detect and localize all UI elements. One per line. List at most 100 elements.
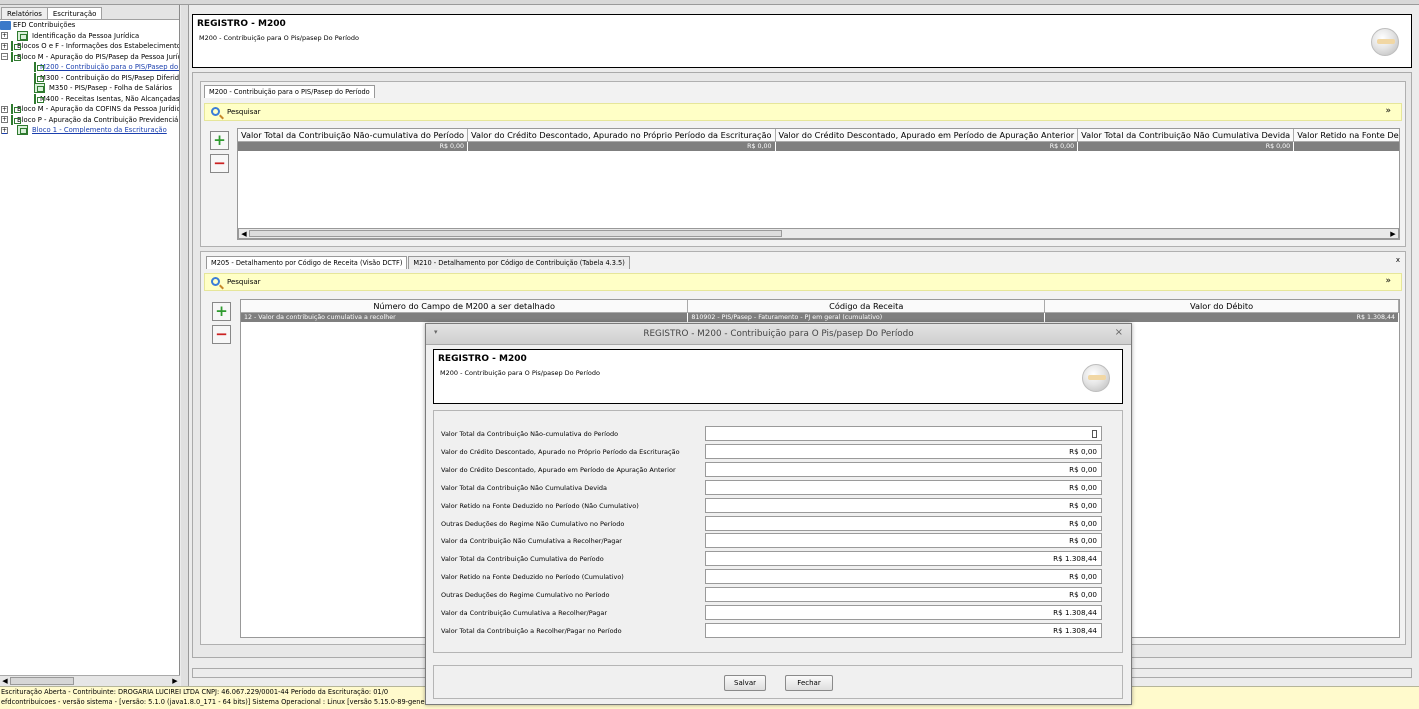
record-header: REGISTRO - M200 M200 - Contribuição para… — [192, 14, 1412, 68]
window-top-strip — [0, 0, 1419, 5]
scroll-thumb[interactable] — [10, 677, 74, 685]
column-header[interactable]: Valor Total da Contribuição Não Cumulati… — [1077, 129, 1295, 142]
column-header[interactable]: Valor do Débito — [1044, 300, 1399, 313]
globe-icon — [1371, 28, 1399, 56]
scroll-right-icon[interactable]: ▶ — [170, 676, 180, 686]
tree-item-label: M400 - Receitas Isentas, Não Alcançadas — [40, 94, 179, 103]
nav-horizontal-scrollbar[interactable]: ◀ ▶ — [0, 675, 180, 686]
form-row: Valor Total da Contribuição a Recolher/P… — [434, 622, 1124, 638]
table-header-row: Valor Total da Contribuição Não-cumulati… — [238, 129, 1399, 142]
tree-item[interactable]: + Bloco 1 - Complemento da Escrituração — [0, 125, 179, 136]
value-field[interactable]: R$ 0,00 — [705, 443, 1102, 459]
dialog-form: Valor Total da Contribuição Não-cumulati… — [433, 410, 1123, 653]
value-field[interactable] — [705, 426, 1102, 441]
field-label: Valor Total da Contribuição Não Cumulati… — [441, 483, 607, 492]
value-field[interactable]: R$ 1.308,44 — [705, 622, 1102, 638]
table-cell: R$ 0,00 — [467, 141, 776, 151]
column-header[interactable]: Valor do Crédito Descontado, Apurado no … — [467, 129, 776, 142]
record-icon — [11, 114, 21, 125]
column-header[interactable]: Valor Total da Contribuição Não-cumulati… — [238, 129, 469, 142]
tree-item[interactable]: M200 - Contribuição para o PIS/Pasep do … — [0, 62, 179, 73]
text-cursor-icon — [1092, 430, 1097, 438]
column-header[interactable]: Código da Receita — [687, 300, 1046, 313]
tab-m200[interactable]: M200 - Contribuição para o PIS/Pasep do … — [204, 85, 375, 98]
m200-table-horizontal-scrollbar[interactable]: ◀ ▶ — [238, 228, 1399, 239]
value-field[interactable]: R$ 1.308,44 — [705, 605, 1102, 620]
table-cell: 12 - Valor da contribuição cumulativa a … — [241, 312, 689, 322]
tab-relatorios[interactable]: Relatórios — [1, 7, 48, 19]
dialog-header-subtitle: M200 - Contribuição para O Pis/pasep Do … — [440, 369, 600, 377]
form-row: Outras Deduções do Regime Cumulativo no … — [434, 587, 1124, 603]
nav-tabs: Relatórios Escrituração — [0, 5, 179, 20]
field-label: Valor da Contribuição Não Cumulativa a R… — [441, 537, 622, 546]
add-record-button[interactable]: + — [210, 131, 229, 150]
tree-item[interactable]: EFD Contribuições — [0, 20, 179, 31]
dialog-titlebar[interactable]: ▾ REGISTRO - M200 - Contribuição para O … — [426, 324, 1131, 345]
add-detail-button[interactable]: + — [212, 302, 231, 321]
close-icon[interactable]: × — [1115, 327, 1123, 338]
tab-m210[interactable]: M210 - Detalhamento por Código de Contri… — [408, 256, 630, 269]
value-field[interactable]: R$ 0,00 — [705, 497, 1102, 513]
tab-escrituracao[interactable]: Escrituração — [46, 7, 103, 19]
scroll-left-icon[interactable]: ◀ — [0, 676, 10, 686]
tree-item[interactable]: M300 - Contribuição do PIS/Pasep Diferid… — [0, 72, 179, 84]
tree-item[interactable]: + Bloco P - Apuração da Contribuição Prev… — [0, 114, 179, 126]
tree-item-label: M350 - PIS/Pasep - Folha de Salários — [49, 84, 173, 92]
table-header-row: Número do Campo de M200 a ser detalhado C… — [241, 300, 1399, 313]
close-button[interactable]: Fechar — [785, 675, 833, 691]
value-field[interactable]: R$ 0,00 — [705, 587, 1102, 603]
tree-item-label: M300 - Contribuição do PIS/Pasep Diferid… — [40, 73, 179, 82]
tab-m205[interactable]: M205 - Detalhamento por Código de Receit… — [206, 256, 408, 269]
form-row: Valor do Crédito Descontado, Apurado no … — [434, 443, 1124, 459]
tree-item[interactable]: + Blocos O e F - Informações dos Estabele… — [0, 41, 179, 52]
tree-item-label: Bloco 1 - Complemento da Escrituração — [32, 126, 167, 134]
expand-icon[interactable]: + — [1, 42, 8, 50]
scroll-right-icon[interactable]: ▶ — [1388, 229, 1398, 239]
record-icon — [11, 41, 21, 52]
value-field[interactable]: R$ 0,00 — [705, 461, 1102, 477]
expand-icon[interactable]: + — [1, 126, 8, 134]
panel-splitter[interactable] — [181, 5, 189, 686]
tree-item[interactable]: + Identificação da Pessoa Jurídica — [0, 30, 179, 42]
field-label: Valor do Crédito Descontado, Apurado em … — [441, 465, 676, 474]
save-button[interactable]: Salvar — [724, 675, 766, 691]
value-field[interactable]: R$ 0,00 — [705, 533, 1102, 549]
collapse-icon[interactable]: − — [1, 53, 8, 61]
tree-item[interactable]: + Bloco M - Apuração da COFINS da Pessoa … — [0, 104, 179, 115]
form-row: Valor Total da Contribuição Não-cumulati… — [434, 426, 1124, 441]
form-row: Valor Retido na Fonte Deduzido no Períod… — [434, 569, 1124, 585]
value-field[interactable]: R$ 0,00 — [705, 569, 1102, 585]
form-row: Valor da Contribuição Não Cumulativa a R… — [434, 533, 1124, 549]
remove-detail-button[interactable]: − — [212, 325, 231, 344]
scroll-left-icon[interactable]: ◀ — [239, 229, 249, 239]
remove-record-button[interactable]: − — [210, 154, 229, 173]
expand-icon[interactable]: + — [1, 105, 8, 113]
tree-item[interactable]: − Bloco M - Apuração do PIS/Pasep da Pess… — [0, 51, 179, 63]
table-cell: R$ 0,00 — [1293, 141, 1399, 151]
expand-icon[interactable]: + — [1, 116, 8, 124]
scroll-thumb[interactable] — [249, 230, 782, 237]
value-field[interactable]: R$ 1.308,44 — [705, 551, 1102, 567]
column-header[interactable]: Valor do Crédito Descontado, Apurado em … — [775, 129, 1079, 142]
collapse-chevron-icon[interactable]: » — [1385, 276, 1391, 286]
column-header[interactable]: Número do Campo de M200 a ser detalhado — [241, 300, 689, 313]
tree-item-label: Identificação da Pessoa Jurídica — [32, 31, 140, 40]
page-subtitle: M200 - Contribuição para O Pis/pasep Do … — [199, 34, 359, 42]
table-row[interactable]: R$ 0,00R$ 0,00R$ 0,00R$ 0,00R$ 0,00 — [238, 141, 1399, 151]
expand-icon[interactable]: + — [1, 32, 8, 40]
tree-item[interactable]: M400 - Receitas Isentas, Não Alcançadas — [0, 93, 179, 105]
column-header[interactable]: Valor Retido na Fonte Deduzido no Períod… — [1293, 129, 1399, 142]
value-field[interactable]: R$ 0,00 — [705, 515, 1102, 531]
value-field[interactable]: R$ 0,00 — [705, 479, 1102, 495]
collapse-chevron-icon[interactable]: » — [1385, 106, 1391, 116]
field-label: Valor da Contribuição Cumulativa a Recol… — [441, 609, 608, 617]
detail-search-bar[interactable]: Pesquisar » — [204, 273, 1402, 291]
page-title: REGISTRO - M200 — [197, 19, 286, 29]
close-tab-icon[interactable]: x — [1396, 256, 1400, 264]
tree-item[interactable]: M350 - PIS/Pasep - Folha de Salários — [0, 83, 179, 94]
globe-icon — [1082, 364, 1110, 392]
record-icon — [11, 51, 21, 62]
table-row[interactable]: 12 - Valor da contribuição cumulativa a … — [241, 312, 1399, 322]
field-label: Outras Deduções do Regime Cumulativo no … — [441, 591, 610, 600]
search-bar[interactable]: Pesquisar » — [204, 103, 1402, 121]
